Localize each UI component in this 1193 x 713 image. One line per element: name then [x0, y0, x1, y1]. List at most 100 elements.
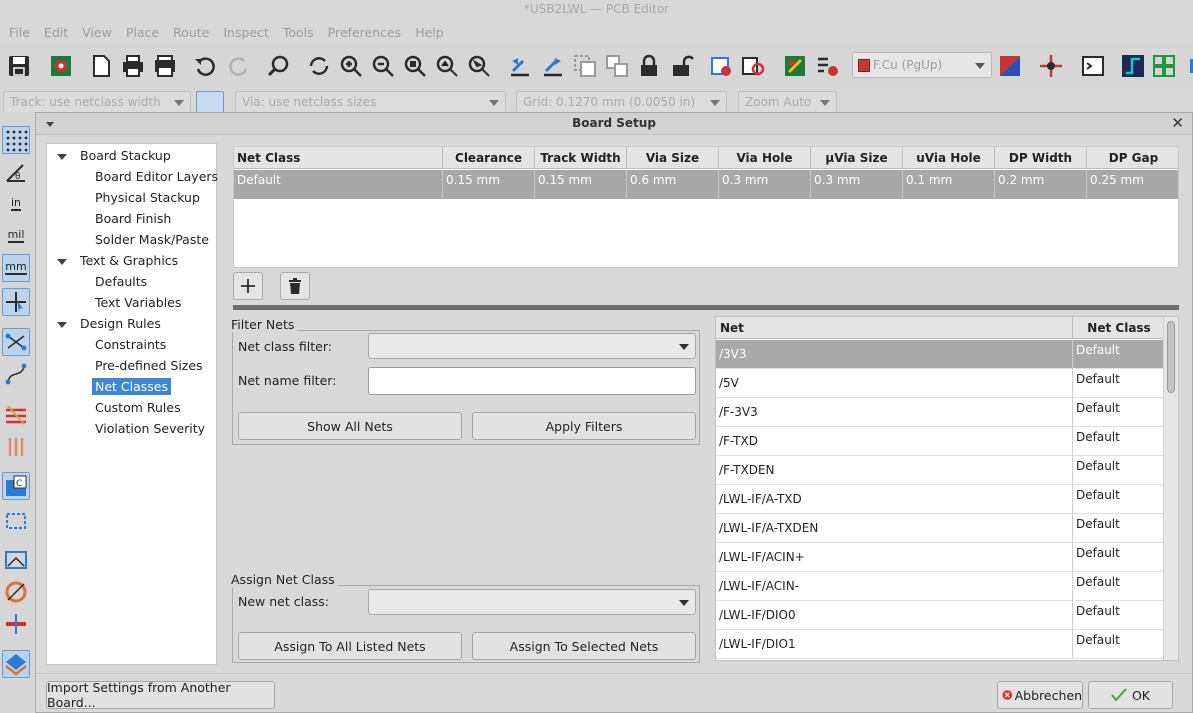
net-color-icon[interactable]: [2, 400, 30, 428]
layers-manager-icon[interactable]: [2, 650, 30, 678]
table-cell[interactable]: 0.2 mm: [995, 170, 1087, 199]
find-icon[interactable]: [266, 53, 292, 79]
tree-item-constraints[interactable]: Constraints: [95, 335, 166, 355]
tree-item-board-stackup[interactable]: Board Stackup: [80, 146, 171, 166]
rotate-ccw-icon[interactable]: [507, 53, 533, 79]
column-header[interactable]: uVia Hole: [903, 147, 995, 169]
table-row[interactable]: /LWL-IF/ACIN+ Default: [716, 543, 1165, 572]
grid-visibility-icon[interactable]: [2, 126, 30, 154]
update-from-schematic-icon[interactable]: [782, 53, 808, 79]
tree-item-violation-severity[interactable]: Violation Severity: [95, 419, 205, 439]
table-cell[interactable]: 0.1 mm: [903, 170, 995, 199]
table-row[interactable]: /F-3V3 Default: [716, 398, 1165, 427]
column-header[interactable]: Net: [716, 317, 1073, 339]
table-row[interactable]: /5V Default: [716, 369, 1165, 398]
menu-tools[interactable]: Tools: [276, 25, 321, 40]
panel-splitter[interactable]: [233, 305, 1179, 310]
zoom-selection-icon[interactable]: [466, 53, 492, 79]
highlight-net-icon[interactable]: [2, 432, 30, 460]
curved-ratsnest-icon[interactable]: [2, 360, 30, 388]
auto-track-width-toggle[interactable]: [196, 91, 224, 113]
print-icon[interactable]: [120, 53, 146, 79]
collapse-arrow-icon[interactable]: [57, 259, 67, 265]
apply-filters-button[interactable]: Apply Filters: [472, 412, 696, 440]
table-cell[interactable]: 0.6 mm: [627, 170, 719, 199]
table-cell[interactable]: 0.3 mm: [811, 170, 903, 199]
close-icon[interactable]: ✕: [1171, 114, 1184, 132]
scripting-console-icon[interactable]: [1080, 53, 1106, 79]
table-row[interactable]: /LWL-IF/DIO0 Default: [716, 601, 1165, 630]
menu-place[interactable]: Place: [119, 25, 166, 40]
table-cell[interactable]: Default: [234, 170, 443, 199]
tree-item-net-classes[interactable]: Net Classes: [92, 377, 172, 397]
lock-icon[interactable]: [636, 53, 662, 79]
column-header[interactable]: Via Size: [627, 147, 719, 169]
table-row[interactable]: /F-TXDEN Default: [716, 456, 1165, 485]
table-row[interactable]: /LWL-IF/ACIN- Default: [716, 572, 1165, 601]
table-row[interactable]: /LWL-IF/A-TXD Default: [716, 485, 1165, 514]
column-header[interactable]: Via Hole: [719, 147, 811, 169]
group-icon[interactable]: [572, 53, 598, 79]
units-mil-toggle[interactable]: mil: [2, 222, 30, 250]
drc-icon[interactable]: [814, 53, 840, 79]
delete-netclass-button[interactable]: [280, 272, 310, 300]
menu-edit[interactable]: Edit: [37, 25, 75, 40]
undo-icon[interactable]: [192, 53, 218, 79]
column-header[interactable]: Net Class: [234, 147, 443, 169]
interactive-router-icon[interactable]: [1120, 53, 1146, 79]
polar-coords-icon[interactable]: θ: [2, 158, 30, 186]
table-cell[interactable]: 0.25 mm: [1087, 170, 1178, 199]
zoom-select[interactable]: Zoom Auto: [738, 91, 837, 113]
tree-item-board-editor-layers[interactable]: Board Editor Layers: [95, 167, 218, 187]
column-header[interactable]: μVia Size: [811, 147, 903, 169]
new-netclass-select[interactable]: [368, 589, 696, 615]
table-row[interactable]: /LWL-IF/DIO1 Default: [716, 630, 1165, 659]
cancel-button[interactable]: Abbrechen: [997, 681, 1083, 709]
assign-selected-button[interactable]: Assign To Selected Nets: [472, 632, 696, 660]
menu-help[interactable]: Help: [408, 25, 451, 40]
units-mm-toggle[interactable]: mm: [2, 254, 30, 282]
vias-outline-icon[interactable]: [2, 578, 30, 606]
zone-fill-icon[interactable]: C: [2, 472, 30, 500]
ratsnest-icon[interactable]: [2, 328, 30, 356]
tracks-outline-icon[interactable]: [2, 610, 30, 638]
save-icon[interactable]: [6, 53, 32, 79]
zone-outline-icon[interactable]: [2, 506, 30, 534]
redo-icon[interactable]: [226, 53, 252, 79]
show-all-nets-button[interactable]: Show All Nets: [238, 412, 462, 440]
zoom-objects-icon[interactable]: [434, 53, 460, 79]
units-inch-toggle[interactable]: in: [2, 190, 30, 218]
net-inspector-icon[interactable]: [1038, 53, 1064, 79]
footprint-editor-icon[interactable]: [708, 53, 734, 79]
tree-item-board-finish[interactable]: Board Finish: [95, 209, 171, 229]
refresh-icon[interactable]: [306, 53, 332, 79]
extra-tool-icon[interactable]: [1181, 53, 1193, 79]
board-setup-icon[interactable]: [48, 53, 74, 79]
menu-route[interactable]: Route: [166, 25, 216, 40]
import-settings-button[interactable]: Import Settings from Another Board...: [46, 680, 275, 710]
scrollbar-thumb[interactable]: [1167, 321, 1175, 393]
zoom-in-icon[interactable]: [338, 53, 364, 79]
zoom-out-icon[interactable]: [370, 53, 396, 79]
layer-pair-icon[interactable]: [997, 53, 1023, 79]
netname-filter-input[interactable]: [368, 367, 696, 395]
table-row[interactable]: /LWL-IF/A-TXDEN Default: [716, 514, 1165, 543]
column-header[interactable]: Net Class: [1073, 317, 1165, 339]
add-netclass-button[interactable]: [233, 272, 263, 300]
tree-item-text-variables[interactable]: Text Variables: [95, 293, 181, 313]
table-row[interactable]: /F-TXD Default: [716, 427, 1165, 456]
column-header[interactable]: DP Gap: [1087, 147, 1178, 169]
track-width-select[interactable]: Track: use netclass width: [3, 91, 191, 113]
tree-item-text-graphics[interactable]: Text & Graphics: [80, 251, 178, 271]
ungroup-icon[interactable]: [604, 53, 630, 79]
table-row[interactable]: Default 0.15 mm 0.15 mm 0.6 mm 0.3 mm 0.…: [234, 170, 1178, 199]
tree-item-design-rules[interactable]: Design Rules: [80, 314, 161, 334]
collapse-arrow-icon[interactable]: [57, 154, 67, 160]
column-header[interactable]: DP Width: [995, 147, 1087, 169]
pads-outline-icon[interactable]: [2, 546, 30, 574]
assign-all-listed-button[interactable]: Assign To All Listed Nets: [238, 632, 462, 660]
table-cell[interactable]: 0.3 mm: [719, 170, 811, 199]
tree-item-predefined-sizes[interactable]: Pre-defined Sizes: [95, 356, 203, 376]
table-row[interactable]: /3V3 Default: [716, 340, 1165, 369]
rotate-cw-icon[interactable]: [540, 53, 566, 79]
